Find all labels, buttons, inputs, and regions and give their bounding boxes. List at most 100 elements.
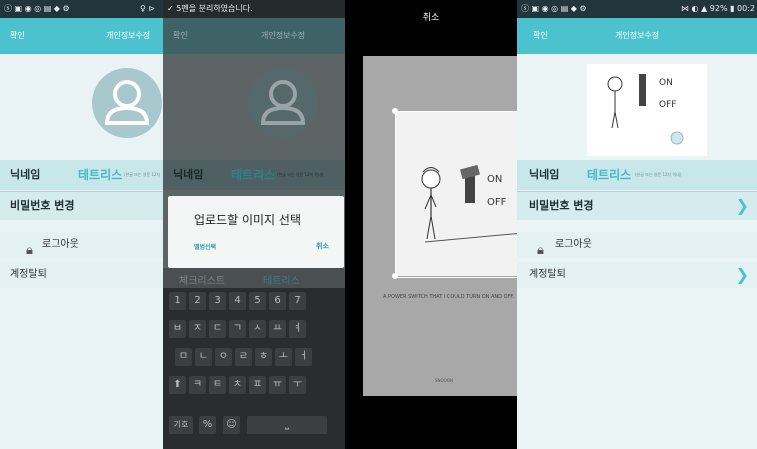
key-m[interactable]: ㅁ [175, 348, 192, 366]
nickname-value[interactable]: 테트리스 [78, 160, 122, 190]
confirm-button[interactable]: 확인 [173, 18, 188, 54]
key-j[interactable]: ㅈ [189, 320, 206, 338]
key-ch[interactable]: ㅊ [229, 376, 246, 394]
logout-row[interactable]: 🔒︎ 로그아웃 [0, 232, 163, 258]
screen-image-picker-dialog: ✓ 5펜을 분리하였습니다. 확인 개인정보수정 닉네임 테트리스 (한글 또는… [163, 0, 345, 449]
withdraw-label: 계정탈퇴 [10, 269, 47, 280]
change-password-label: 비밀번호 변경 [529, 199, 594, 212]
key-ng[interactable]: ㅇ [215, 348, 232, 366]
nickname-row[interactable]: 닉네임 테트리스 (한글 또는 영문 12자 이내) [517, 160, 757, 190]
status-right-icons: ♀ ⊳ [140, 4, 156, 13]
space-key[interactable]: ⎵ [247, 416, 327, 434]
key-u[interactable]: ㅜ [289, 376, 306, 394]
nickname-hint: (한글 또는 영문 12자 이내) [635, 172, 682, 177]
off-label: OFF [659, 100, 677, 110]
change-password-row[interactable]: 비밀번호 변경 ❯ [517, 191, 757, 220]
nickname-input-bar[interactable]: 체크리스트 테트리스 [163, 268, 345, 288]
logout-row[interactable]: 🔒︎ 로그아웃 [517, 232, 757, 258]
page-title: 개인정보수정 [615, 31, 660, 40]
change-password-row[interactable]: 비밀번호 변경 [0, 191, 163, 220]
power-switch-thumbnail [607, 74, 684, 145]
key-h[interactable]: ㅎ [255, 348, 272, 366]
status-right-icons: ⋈ ◐ ▲ 92% ▮ 00:2 [681, 4, 755, 13]
app-header-dimmed: 확인 개인정보수정 [163, 18, 345, 54]
key-k[interactable]: ㅋ [189, 376, 206, 394]
status-bar: ⓢ ▣ ◉ ◎ ▤ ◆ ⚙ ⋈ ◐ ▲ 92% ▮ 00:2 [517, 0, 757, 18]
key-b[interactable]: ㅂ [169, 320, 186, 338]
key-2[interactable]: 2 [189, 292, 206, 310]
crop-cancel-button[interactable]: 취소 [345, 10, 517, 23]
korean-keyboard: 1 2 3 4 5 6 7 ㅂ ㅈ ㄷ ㄱ ㅅ ㅛ ㅕ ㅁ ㄴ ㅇ ㄹ ㅎ ㅗ … [163, 288, 345, 449]
album-select-button[interactable]: 앨범선택 [194, 242, 216, 251]
image-caption: A POWER SWITCH THAT I COULD TURN ON AND … [383, 294, 515, 300]
key-yeo[interactable]: ㅕ [289, 320, 306, 338]
crop-frame[interactable] [395, 111, 517, 278]
nickname-row[interactable]: 닉네임 테트리스 (한글 또는 영문 12자 이내) [0, 160, 163, 207]
status-icons: ⓢ ▣ ◉ ◎ ▤ ◆ ⚙ [521, 4, 587, 13]
screen-profile-edit-updated: ⓢ ▣ ◉ ◎ ▤ ◆ ⚙ ⋈ ◐ ▲ 92% ▮ 00:2 확인 개인정보수정… [517, 0, 757, 449]
withdraw-row[interactable]: 계정탈퇴 [0, 262, 163, 288]
key-1[interactable]: 1 [169, 292, 186, 310]
dialog-title: 업로드할 이미지 선택 [194, 213, 301, 227]
shift-key[interactable]: ⬆ [169, 376, 186, 394]
confirm-button[interactable]: 확인 [533, 18, 548, 54]
crop-canvas[interactable]: ON OFF A POWER SWITCH THAT I COULD TURN … [363, 56, 517, 396]
logout-label: 로그아웃 [555, 239, 592, 250]
user-icon [260, 80, 306, 125]
key-4[interactable]: 4 [229, 292, 246, 310]
symbols-key[interactable]: 기호 [169, 416, 193, 434]
withdraw-label: 계정탈퇴 [529, 269, 566, 280]
nickname-label: 닉네임 [173, 168, 204, 181]
status-bar: ⓢ ▣ ◉ ◎ ▤ ◆ ⚙ ♀ ⊳ [0, 0, 163, 18]
page-title: 개인정보수정 [106, 31, 151, 40]
withdraw-row[interactable]: 계정탈퇴 ❯ [517, 262, 757, 288]
crop-handle-bottom-left[interactable] [392, 273, 398, 279]
change-password-label: 비밀번호 변경 [10, 199, 75, 212]
status-bar: ✓ 5펜을 분리하였습니다. [163, 0, 345, 18]
key-yo[interactable]: ㅛ [269, 320, 286, 338]
lock-icon: 🔒︎ [26, 243, 33, 258]
nickname-row-dimmed: 닉네임 테트리스 (한글 또는 영문 12자 이내) [163, 160, 345, 190]
screen-profile-edit: ⓢ ▣ ◉ ◎ ▤ ◆ ⚙ ♀ ⊳ 확인 개인정보수정 닉네임 테트리스 (한글… [0, 0, 163, 449]
status-message: ✓ 5펜을 분리하였습니다. [167, 4, 253, 13]
avatar-dimmed [248, 68, 318, 138]
on-label: ON [659, 78, 673, 88]
chevron-right-icon: ❯ [735, 196, 749, 215]
key-yu[interactable]: ㅠ [269, 376, 286, 394]
key-3[interactable]: 3 [209, 292, 226, 310]
dialog-cancel-button[interactable]: 취소 [316, 241, 329, 251]
key-6[interactable]: 6 [269, 292, 286, 310]
nickname-value: 테트리스 [231, 168, 276, 182]
screen-image-crop: 취소 ON OFF A POWER SWITCH THAT I COULD TU… [345, 0, 517, 449]
nickname-hint: (한글 또는 영문 12자 이내) [277, 172, 324, 177]
key-eo[interactable]: ㅓ [295, 348, 312, 366]
key-o[interactable]: ㅗ [275, 348, 292, 366]
input-current-value: 테트리스 [263, 276, 300, 287]
key-d[interactable]: ㄷ [209, 320, 226, 338]
key-p[interactable]: ㅍ [249, 376, 266, 394]
key-5[interactable]: 5 [249, 292, 266, 310]
key-t[interactable]: ㅌ [209, 376, 226, 394]
nickname-label: 닉네임 [10, 168, 41, 181]
logout-label: 로그아웃 [42, 239, 79, 250]
upload-image-dialog: 업로드할 이미지 선택 앨범선택 취소 [168, 196, 344, 268]
image-credit: SNOOON [435, 378, 453, 383]
key-r[interactable]: ㄹ [235, 348, 252, 366]
avatar[interactable] [92, 68, 162, 138]
profile-image[interactable]: ON OFF [587, 64, 707, 156]
key-s[interactable]: ㅅ [249, 320, 266, 338]
status-icons: ⓢ ▣ ◉ ◎ ▤ ◆ ⚙ [4, 4, 70, 13]
key-7[interactable]: 7 [289, 292, 306, 310]
app-header: 확인 개인정보수정 [517, 18, 757, 54]
app-header: 확인 개인정보수정 [0, 18, 163, 54]
percent-key[interactable]: % [199, 416, 216, 434]
page-title: 개인정보수정 [261, 31, 306, 40]
user-icon [104, 80, 150, 125]
nickname-value[interactable]: 테트리스 [587, 160, 631, 190]
chevron-right-icon: ❯ [735, 265, 749, 284]
key-g[interactable]: ㄱ [229, 320, 246, 338]
emoji-key[interactable]: ☺ [223, 416, 240, 434]
confirm-button[interactable]: 확인 [10, 18, 25, 54]
crop-handle-top-left[interactable] [392, 108, 398, 114]
key-n[interactable]: ㄴ [195, 348, 212, 366]
